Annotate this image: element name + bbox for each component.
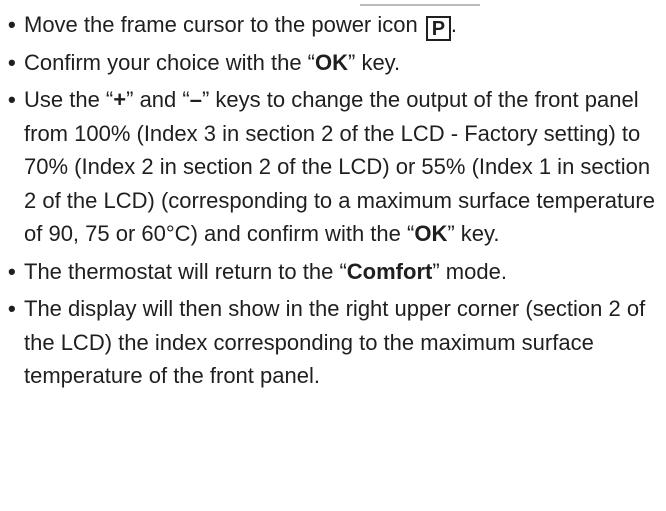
previous-line-fragment bbox=[0, 0, 666, 6]
minus-key-label: – bbox=[189, 87, 202, 112]
step-text-end: . bbox=[450, 12, 457, 37]
step-text: The display will then show in the right … bbox=[24, 296, 646, 388]
step-text: Confirm your choice with the “ bbox=[24, 49, 315, 75]
step-text-end: ” key. bbox=[447, 221, 500, 246]
bullet: • bbox=[8, 296, 16, 321]
step-text: Move the frame cursor to the power icon bbox=[24, 12, 424, 37]
bullet: • bbox=[8, 12, 16, 37]
power-icon: P bbox=[425, 16, 451, 41]
ok-key-label: OK bbox=[315, 49, 348, 75]
instruction-step: • The display will then show in the righ… bbox=[8, 292, 660, 393]
step-text: Use the “ bbox=[24, 87, 114, 112]
instruction-list: • Move the frame cursor to the power ico… bbox=[8, 8, 660, 397]
step-text-end: ” mode. bbox=[432, 258, 507, 284]
step-text: ” and “ bbox=[126, 87, 190, 112]
ok-key-label: OK bbox=[414, 221, 448, 246]
bullet: • bbox=[8, 49, 16, 75]
step-text: The thermostat will return to the “ bbox=[24, 258, 347, 284]
text-fragment-line bbox=[360, 0, 480, 6]
plus-key-label: + bbox=[113, 87, 127, 112]
bullet: • bbox=[8, 258, 16, 284]
instruction-step: • Move the frame cursor to the power ico… bbox=[8, 8, 660, 42]
step-text-end: ” key. bbox=[348, 49, 401, 75]
instruction-step: • The thermostat will return to the “Com… bbox=[8, 255, 660, 289]
instruction-step: • Use the “+” and “–” keys to change the… bbox=[8, 83, 660, 251]
instruction-step: • Confirm your choice with the “OK” key. bbox=[8, 46, 660, 80]
comfort-mode-label: Comfort bbox=[346, 258, 433, 284]
bullet: • bbox=[8, 87, 16, 112]
